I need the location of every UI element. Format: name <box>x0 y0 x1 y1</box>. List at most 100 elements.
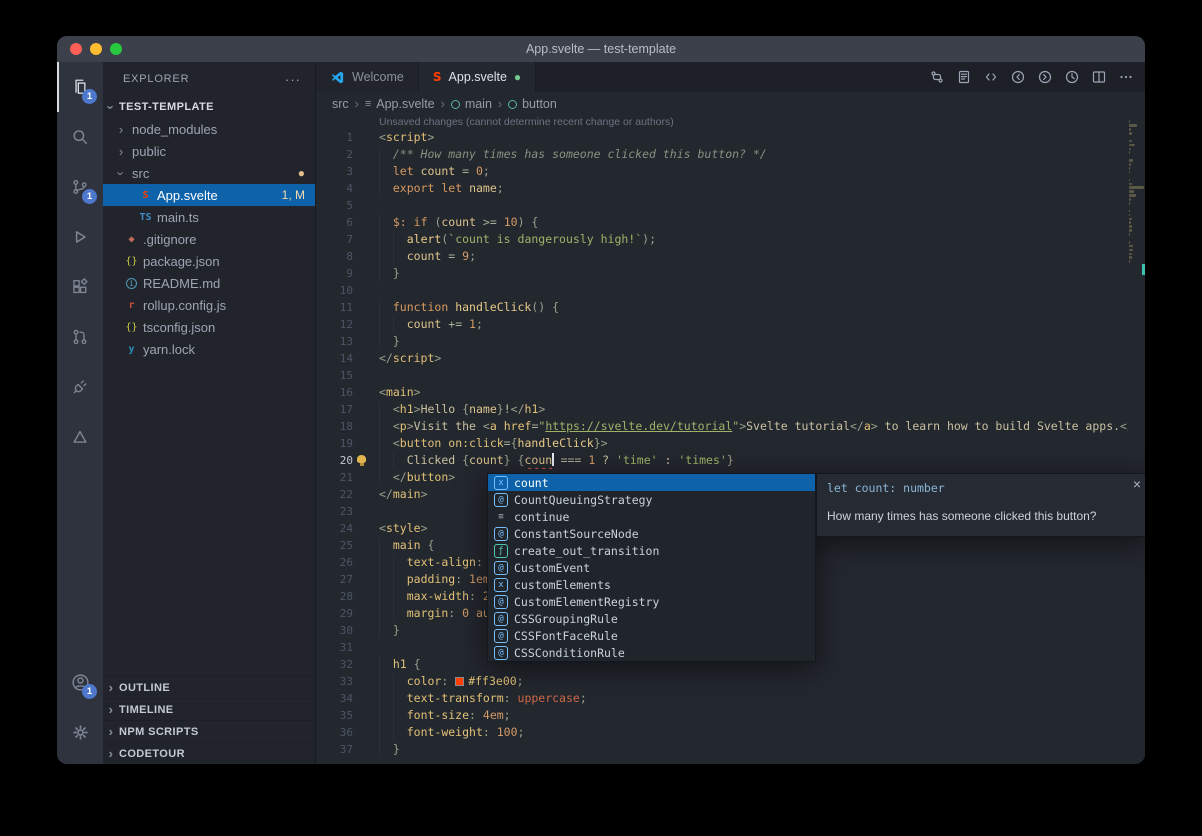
code-line-33[interactable]: 33color: #ff3e00; <box>316 673 1145 690</box>
close-window-button[interactable] <box>70 43 82 55</box>
github-pull-requests-icon[interactable] <box>57 312 103 362</box>
lightbulb-icon[interactable] <box>357 455 366 463</box>
line-content[interactable]: export let name; <box>353 180 1145 197</box>
code-line-16[interactable]: 16<main> <box>316 384 1145 401</box>
compare-changes-icon[interactable] <box>977 62 1004 92</box>
timeline-icon[interactable] <box>1058 62 1085 92</box>
code-line-17[interactable]: 17<h1>Hello {name}!</h1> <box>316 401 1145 418</box>
line-content[interactable]: } <box>353 741 1145 758</box>
code-line-18[interactable]: 18<p>Visit the <a href="https://svelte.d… <box>316 418 1145 435</box>
workspace-root-header[interactable]: › TEST-TEMPLATE <box>103 96 315 118</box>
code-line-35[interactable]: 35font-size: 4em; <box>316 707 1145 724</box>
suggest-item-customelements[interactable]: xcustomElements <box>488 576 815 593</box>
breadcrumb-src[interactable]: src <box>332 97 349 111</box>
suggest-item-count[interactable]: xcount <box>488 474 815 491</box>
code-line-5[interactable]: 5 <box>316 197 1145 214</box>
suggest-item-countqueuingstrategy[interactable]: @CountQueuingStrategy <box>488 491 815 508</box>
explorer-icon[interactable]: 1 <box>57 62 103 112</box>
suggest-item-constantsourcenode[interactable]: @ConstantSourceNode <box>488 525 815 542</box>
line-content[interactable]: $: if (count >= 10) { <box>353 214 1145 231</box>
gitlens-compare-icon[interactable] <box>923 62 950 92</box>
line-content[interactable]: count = 9; <box>353 248 1145 265</box>
line-content[interactable]: font-weight: 100; <box>353 724 1145 741</box>
more-actions-icon[interactable] <box>1112 62 1139 92</box>
explorer-item-src[interactable]: ›src● <box>103 162 315 184</box>
extensions-icon[interactable] <box>57 262 103 312</box>
explorer-item--gitignore[interactable]: ◆.gitignore <box>103 228 315 250</box>
tab-app-svelte[interactable]: S App.svelte ● <box>419 62 536 92</box>
code-line-19[interactable]: 19<button on:click={handleClick}> <box>316 435 1145 452</box>
line-content[interactable]: alert(`count is dangerously high!`); <box>353 231 1145 248</box>
code-line-14[interactable]: 14</script> <box>316 350 1145 367</box>
explorer-item-public[interactable]: ›public <box>103 140 315 162</box>
code-line-37[interactable]: 37} <box>316 741 1145 758</box>
code-line-11[interactable]: 11function handleClick() { <box>316 299 1145 316</box>
line-content[interactable]: } <box>353 265 1145 282</box>
minimize-window-button[interactable] <box>90 43 102 55</box>
code-line-1[interactable]: 1<script> <box>316 129 1145 146</box>
section-npm-scripts[interactable]: ›NPM SCRIPTS <box>103 720 315 742</box>
code-line-9[interactable]: 9} <box>316 265 1145 282</box>
line-content[interactable] <box>353 282 1145 299</box>
explorer-item-package-json[interactable]: {}package.json <box>103 250 315 272</box>
suggest-item-cssfontfacerule[interactable]: @CSSFontFaceRule <box>488 627 815 644</box>
explorer-item-main-ts[interactable]: TSmain.ts <box>103 206 315 228</box>
tab-welcome[interactable]: Welcome <box>316 62 419 92</box>
line-content[interactable] <box>353 367 1145 384</box>
next-change-icon[interactable] <box>1031 62 1058 92</box>
line-content[interactable]: <main> <box>353 384 1145 401</box>
suggest-item-create-out-transition[interactable]: ƒcreate_out_transition <box>488 542 815 559</box>
line-content[interactable]: } <box>353 333 1145 350</box>
line-content[interactable]: color: #ff3e00; <box>353 673 1145 690</box>
section-codetour[interactable]: ›CODETOUR <box>103 742 315 764</box>
line-content[interactable]: count += 1; <box>353 316 1145 333</box>
explorer-item-rollup-config-js[interactable]: rrollup.config.js <box>103 294 315 316</box>
line-content[interactable]: text-transform: uppercase; <box>353 690 1145 707</box>
line-content[interactable]: <h1>Hello {name}!</h1> <box>353 401 1145 418</box>
line-content[interactable]: /** How many times has someone clicked t… <box>353 146 1145 163</box>
open-changes-icon[interactable] <box>950 62 977 92</box>
section-outline[interactable]: ›OUTLINE <box>103 676 315 698</box>
color-swatch[interactable] <box>455 677 464 686</box>
code-line-7[interactable]: 7alert(`count is dangerously high!`); <box>316 231 1145 248</box>
line-content[interactable]: let count = 0; <box>353 163 1145 180</box>
line-content[interactable]: <button on:click={handleClick}> <box>353 435 1145 452</box>
previous-change-icon[interactable] <box>1004 62 1031 92</box>
close-icon[interactable]: × <box>1133 476 1141 492</box>
suggest-item-customevent[interactable]: @CustomEvent <box>488 559 815 576</box>
line-content[interactable]: Clicked {count} {coun === 1 ? 'time' : '… <box>353 452 1145 469</box>
code-line-12[interactable]: 12count += 1; <box>316 316 1145 333</box>
maximize-window-button[interactable] <box>110 43 122 55</box>
explorer-item-readme-md[interactable]: iREADME.md <box>103 272 315 294</box>
suggest-item-cssconditionrule[interactable]: @CSSConditionRule <box>488 644 815 661</box>
codetour-icon[interactable] <box>57 412 103 462</box>
search-icon[interactable] <box>57 112 103 162</box>
line-content[interactable]: <p>Visit the <a href="https://svelte.dev… <box>353 418 1145 435</box>
codelens-unsaved-changes[interactable]: Unsaved changes (cannot determine recent… <box>379 116 1145 129</box>
suggest-item-continue[interactable]: ≡continue <box>488 508 815 525</box>
code-line-36[interactable]: 36font-weight: 100; <box>316 724 1145 741</box>
code-line-20[interactable]: 20Clicked {count} {coun === 1 ? 'time' :… <box>316 452 1145 469</box>
explorer-item-yarn-lock[interactable]: yyarn.lock <box>103 338 315 360</box>
breadcrumb-button[interactable]: button <box>508 97 557 111</box>
line-content[interactable]: font-size: 4em; <box>353 707 1145 724</box>
code-line-2[interactable]: 2/** How many times has someone clicked … <box>316 146 1145 163</box>
explorer-item-node-modules[interactable]: ›node_modules <box>103 118 315 140</box>
line-content[interactable]: <script> <box>353 129 1145 146</box>
suggest-item-cssgroupingrule[interactable]: @CSSGroupingRule <box>488 610 815 627</box>
split-editor-icon[interactable] <box>1085 62 1112 92</box>
run-and-debug-icon[interactable] <box>57 212 103 262</box>
line-content[interactable]: function handleClick() { <box>353 299 1145 316</box>
settings-gear-icon[interactable] <box>57 707 103 757</box>
line-content[interactable] <box>353 197 1145 214</box>
code-line-13[interactable]: 13} <box>316 333 1145 350</box>
explorer-item-app-svelte[interactable]: SApp.svelte1, M <box>103 184 315 206</box>
accounts-icon[interactable]: 1 <box>57 657 103 707</box>
minimap[interactable] <box>1128 116 1145 764</box>
code-line-10[interactable]: 10 <box>316 282 1145 299</box>
section-timeline[interactable]: ›TIMELINE <box>103 698 315 720</box>
code-line-15[interactable]: 15 <box>316 367 1145 384</box>
explorer-item-tsconfig-json[interactable]: {}tsconfig.json <box>103 316 315 338</box>
source-control-icon[interactable]: 1 <box>57 162 103 212</box>
code-line-6[interactable]: 6$: if (count >= 10) { <box>316 214 1145 231</box>
